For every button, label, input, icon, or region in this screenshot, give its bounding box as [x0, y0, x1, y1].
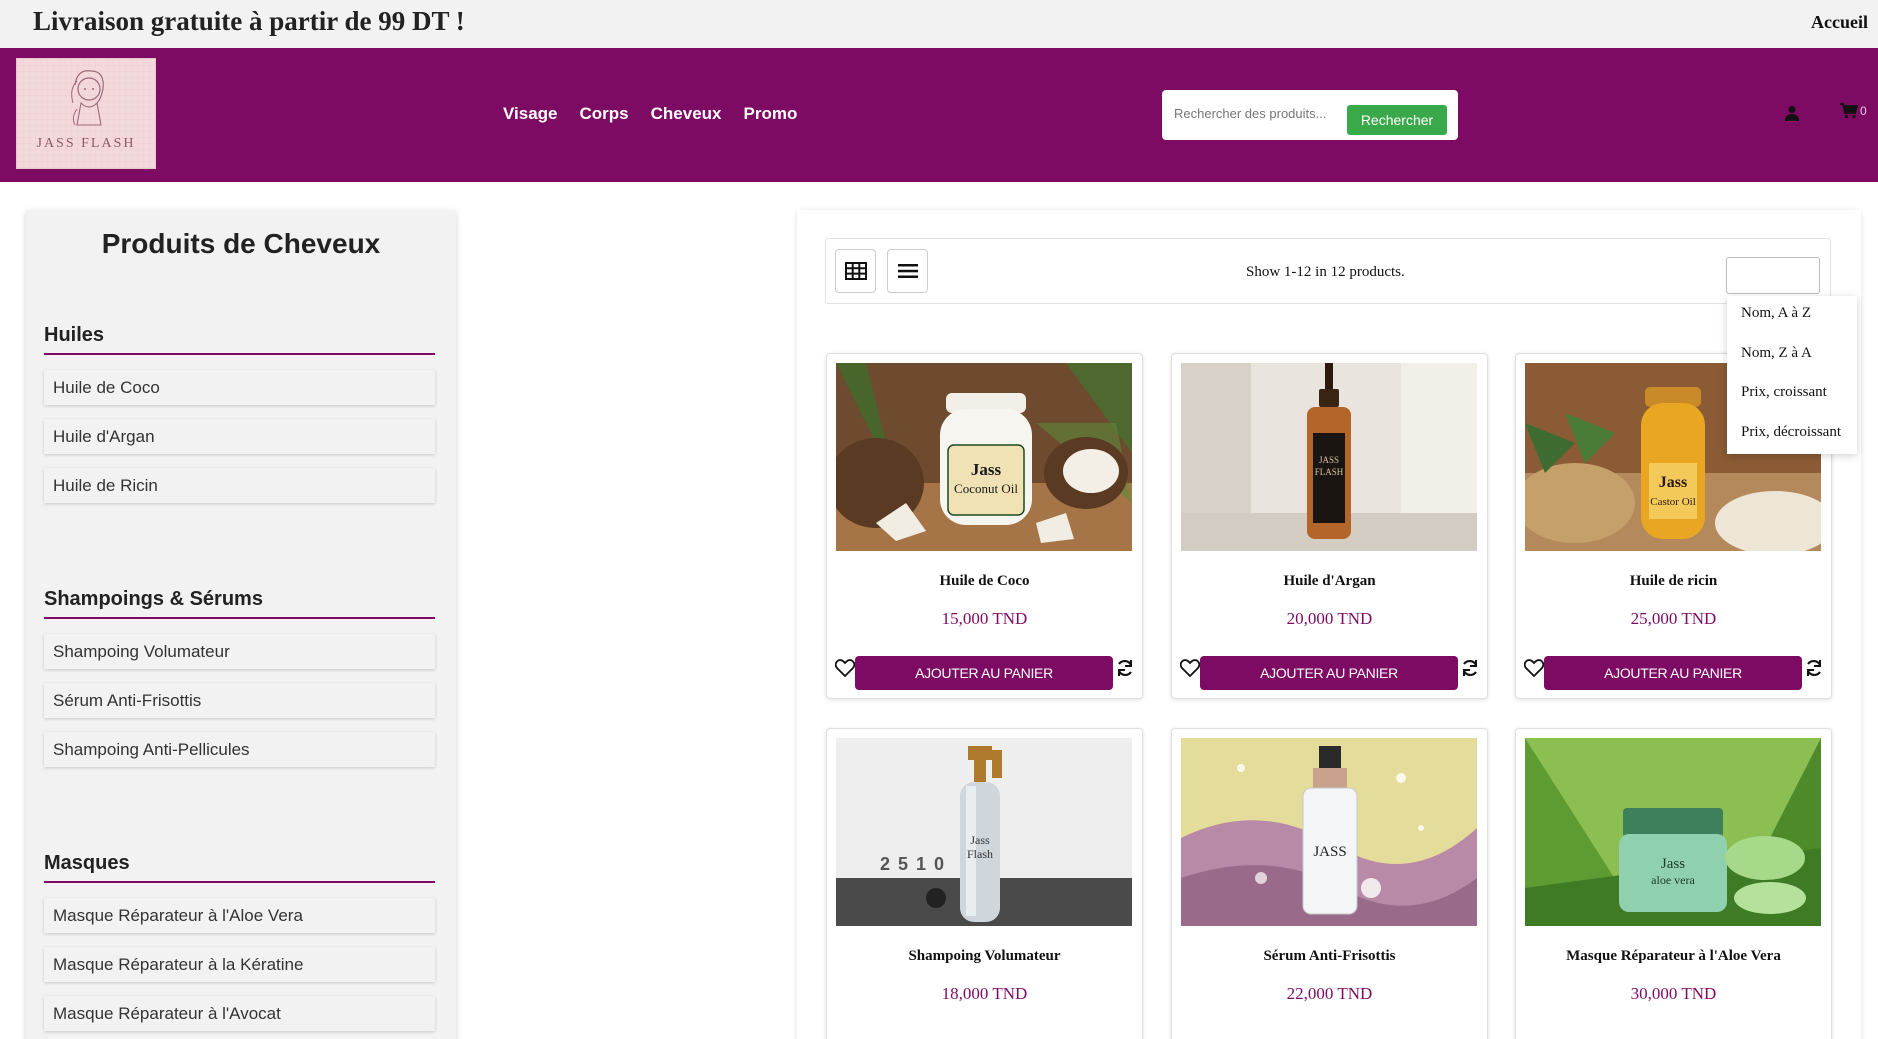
category-group-huiles: Huiles Huile de Coco Huile d'Argan Huile… — [44, 324, 435, 503]
logo-text: JASS FLASH — [36, 136, 136, 151]
svg-text:Coconut Oil: Coconut Oil — [954, 481, 1018, 496]
wishlist-heart-icon[interactable] — [1523, 659, 1545, 682]
category-heading: Masques — [44, 852, 435, 883]
category-item[interactable]: Masque Réparateur à la Kératine — [44, 947, 435, 982]
add-to-cart-button[interactable]: AJOUTER AU PANIER — [1544, 656, 1802, 690]
compare-refresh-icon[interactable] — [1461, 659, 1479, 682]
category-item[interactable]: Huile de Coco — [44, 370, 435, 405]
product-price: 18,000 TND — [941, 984, 1028, 1003]
category-item[interactable]: Huile d'Argan — [44, 419, 435, 454]
grid-view-button[interactable] — [835, 249, 876, 293]
category-item[interactable]: Shampoing Anti-Pellicules — [44, 732, 435, 767]
svg-text:Castor Oil: Castor Oil — [1650, 496, 1696, 508]
category-item[interactable]: Masque Réparateur à l'Aloe Vera — [44, 898, 435, 933]
product-name[interactable]: Huile de ricin — [1516, 573, 1831, 590]
product-card[interactable]: JASS Sérum Anti-Frisottis 22,000 TND — [1171, 728, 1488, 1039]
cart-button[interactable]: 0 — [1840, 103, 1867, 119]
product-image[interactable]: Jass aloe vera — [1525, 738, 1821, 926]
category-item[interactable]: Masque Réparateur à l'Avocat — [44, 996, 435, 1031]
category-item[interactable]: Shampoing Volumateur — [44, 634, 435, 669]
product-price: 20,000 TND — [1286, 609, 1373, 628]
grid-icon — [844, 262, 867, 280]
product-count-text: Show 1-12 in 12 products. — [1246, 264, 1405, 280]
sidebar-title: Produits de Cheveux — [101, 228, 381, 259]
compare-refresh-icon[interactable] — [1116, 659, 1134, 682]
product-price: 25,000 TND — [1630, 609, 1717, 628]
product-image[interactable]: JASS FLASH — [1181, 363, 1477, 551]
svg-text:FLASH: FLASH — [1315, 467, 1344, 477]
product-toolbar: Show 1-12 in 12 products. — [825, 238, 1831, 304]
svg-text:2510: 2510 — [880, 854, 952, 874]
home-link[interactable]: Accueil — [1811, 12, 1868, 33]
nav-cheveux[interactable]: Cheveux — [651, 104, 722, 124]
category-item[interactable]: Huile de Ricin — [44, 468, 435, 503]
user-account-icon[interactable] — [1785, 105, 1799, 126]
sort-option-price-desc[interactable]: Prix, décroissant — [1727, 415, 1857, 455]
product-image[interactable]: JASS — [1181, 738, 1477, 926]
sort-option-price-asc[interactable]: Prix, croissant — [1727, 375, 1857, 415]
nav-visage[interactable]: Visage — [503, 104, 558, 124]
list-icon — [897, 264, 918, 278]
search-input[interactable] — [1174, 102, 1344, 124]
category-heading: Huiles — [44, 324, 435, 355]
product-price: 30,000 TND — [1630, 984, 1717, 1003]
brand-logo[interactable]: JASS FLASH — [16, 58, 156, 169]
svg-text:Jass: Jass — [1659, 474, 1687, 491]
cart-icon — [1840, 103, 1858, 119]
compare-refresh-icon[interactable] — [1805, 659, 1823, 682]
svg-text:Flash: Flash — [967, 847, 993, 861]
product-name[interactable]: Sérum Anti-Frisottis — [1172, 948, 1487, 965]
product-image[interactable]: 2510 Jass Flash — [836, 738, 1132, 926]
free-shipping-banner: Livraison gratuite à partir de 99 DT ! — [33, 6, 465, 36]
add-to-cart-button[interactable]: AJOUTER AU PANIER — [855, 656, 1113, 690]
product-price: 22,000 TND — [1286, 984, 1373, 1003]
sort-dropdown: Nom, A à Z Nom, Z à A Prix, croissant Pr… — [1727, 296, 1857, 454]
category-group-shampoings: Shampoings & Sérums Shampoing Volumateur… — [44, 588, 435, 767]
list-view-button[interactable] — [887, 249, 928, 293]
category-sidebar: Produits de Cheveux Huiles Huile de Coco… — [26, 210, 456, 1039]
svg-text:Jass: Jass — [971, 460, 1002, 479]
add-to-cart-button[interactable]: AJOUTER AU PANIER — [1200, 656, 1458, 690]
svg-text:JASS: JASS — [1319, 455, 1339, 465]
product-name[interactable]: Shampoing Volumateur — [827, 948, 1142, 965]
product-name[interactable]: Huile de Coco — [827, 573, 1142, 590]
product-card[interactable]: 2510 Jass Flash Shampoing Volumateur 18,… — [826, 728, 1143, 1039]
product-card[interactable]: Jass aloe vera Masque Réparateur à l'Alo… — [1515, 728, 1832, 1039]
sort-select[interactable] — [1726, 257, 1820, 294]
cart-count: 0 — [1860, 104, 1867, 118]
top-promo-bar: Livraison gratuite à partir de 99 DT ! A… — [0, 0, 1878, 48]
product-name[interactable]: Masque Réparateur à l'Aloe Vera — [1516, 948, 1831, 965]
sort-option-name-desc[interactable]: Nom, Z à A — [1727, 336, 1857, 376]
search-button[interactable]: Rechercher — [1347, 105, 1447, 135]
nav-corps[interactable]: Corps — [580, 104, 629, 124]
product-card[interactable]: JASS FLASH Huile d'Argan 20,000 TND AJOU… — [1171, 353, 1488, 699]
wishlist-heart-icon[interactable] — [1179, 659, 1201, 682]
product-card[interactable]: Jass Coconut Oil Huile de Coco 15,000 TN… — [826, 353, 1143, 699]
category-group-masques: Masques Masque Réparateur à l'Aloe Vera … — [44, 852, 435, 1031]
product-image[interactable]: Jass Coconut Oil — [836, 363, 1132, 551]
nav-promo[interactable]: Promo — [744, 104, 798, 124]
category-heading: Shampoings & Sérums — [44, 588, 435, 619]
product-price: 15,000 TND — [941, 609, 1028, 628]
svg-text:Jass: Jass — [1661, 856, 1685, 872]
category-item[interactable]: Sérum Anti-Frisottis — [44, 683, 435, 718]
main-nav: Visage Corps Cheveux Promo — [503, 104, 819, 124]
svg-text:Jass: Jass — [970, 833, 990, 847]
site-header: JASS FLASH Visage Corps Cheveux Promo Re… — [0, 48, 1878, 182]
sort-option-name-asc[interactable]: Nom, A à Z — [1727, 296, 1857, 336]
wishlist-heart-icon[interactable] — [834, 659, 856, 682]
search-box: Rechercher — [1162, 90, 1458, 140]
logo-illustration — [17, 59, 155, 168]
svg-text:aloe vera: aloe vera — [1651, 873, 1695, 887]
svg-text:JASS: JASS — [1313, 844, 1346, 860]
product-name[interactable]: Huile d'Argan — [1172, 573, 1487, 590]
